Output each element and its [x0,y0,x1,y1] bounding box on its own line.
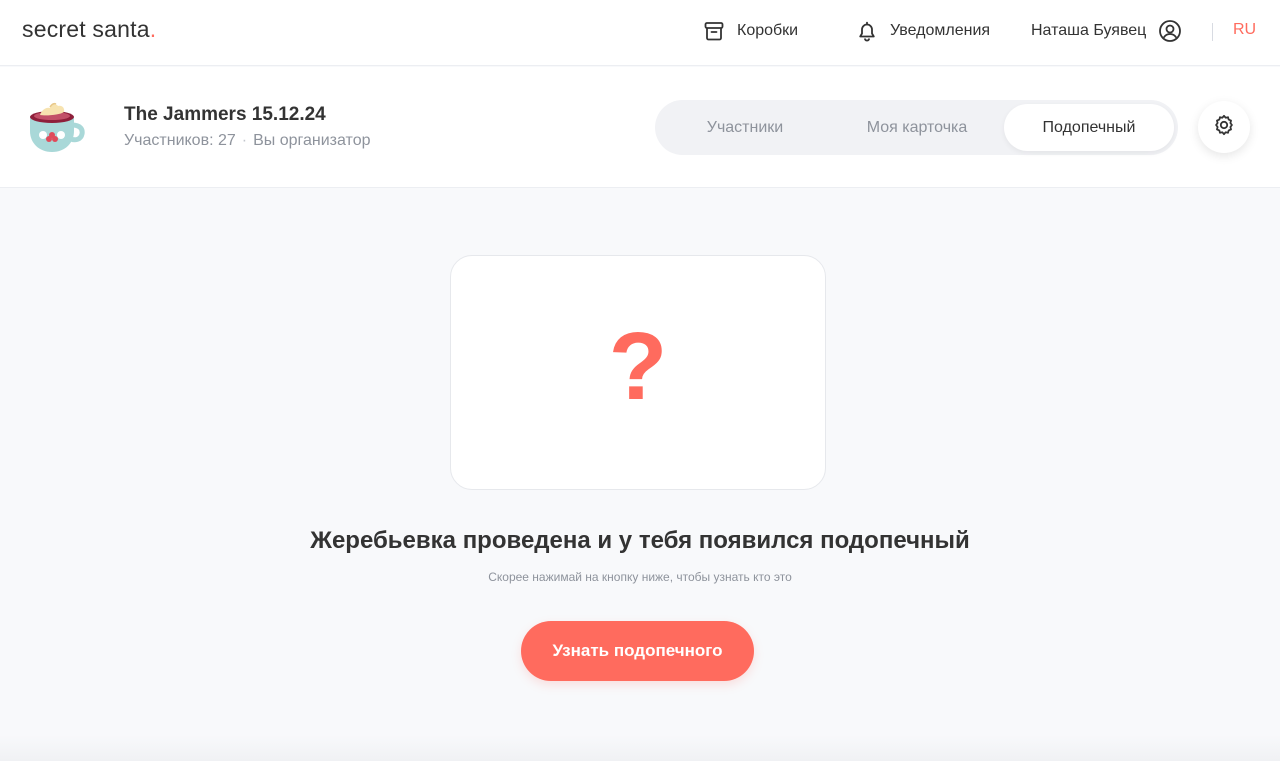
settings-button[interactable] [1198,101,1250,153]
box-title: The Jammers 15.12.24 [124,104,326,125]
language-switch[interactable]: RU [1233,21,1256,39]
tab-my-card[interactable]: Моя карточка [831,104,1003,151]
nav-boxes-label: Коробки [737,22,799,39]
logo[interactable]: secret santa. [22,16,156,43]
question-mark: ? [608,312,668,420]
nav-notifications-link[interactable]: Уведомления [856,18,990,44]
top-navigation: secret santa. Коробки Уведомления Наташа… [0,0,1280,66]
box-archive-icon [703,20,725,42]
tab-participants[interactable]: Участники [661,104,829,151]
meta-separator: · [241,132,248,149]
bell-icon [856,20,878,42]
ward-placeholder-card: ? [450,255,826,490]
nav-user-menu[interactable]: Наташа Буявец [1031,18,1182,44]
draw-result-heading: Жеребьевка проведена и у тебя появился п… [310,527,970,554]
reveal-ward-button[interactable]: Узнать подопечного [521,621,754,681]
role-label: Вы организатор [253,132,371,149]
participants-count: Участников: 27 [124,132,236,149]
user-name: Наташа Буявец [1031,22,1147,39]
bottom-fade [0,735,1280,761]
nav-divider [1212,23,1213,41]
gear-icon [1212,113,1236,142]
box-header: The Jammers 15.12.24 Участников: 27 · Вы… [0,67,1280,188]
tab-ward[interactable]: Подопечный [1004,104,1174,151]
box-tabs: Участники Моя карточка Подопечный [655,100,1178,155]
draw-result-hint: Скорее нажимай на кнопку ниже, чтобы узн… [488,570,792,584]
logo-text: secret santa [22,16,150,42]
user-circle-icon [1158,19,1182,43]
nav-boxes-link[interactable]: Коробки [703,18,798,44]
nav-notifications-label: Уведомления [890,22,991,39]
box-meta: Участников: 27 · Вы организатор [124,132,371,150]
logo-dot: . [149,16,157,42]
teacup-icon [24,95,90,161]
